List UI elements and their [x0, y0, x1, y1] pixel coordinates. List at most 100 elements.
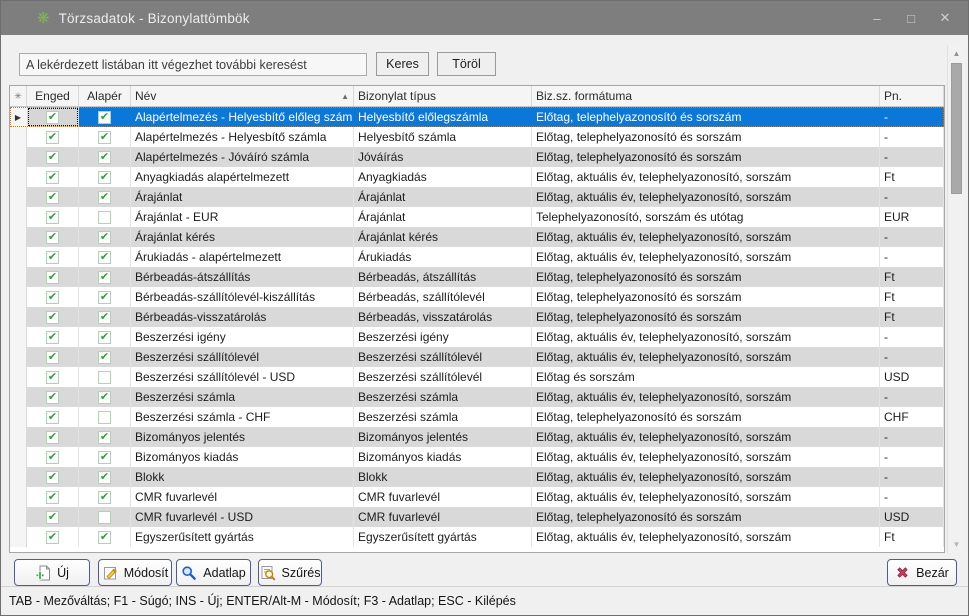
enged-checkbox[interactable]: ✔ [46, 351, 59, 364]
alaper-checkbox[interactable]: ✔ [98, 351, 111, 364]
scroll-up-icon[interactable]: ▲ [948, 46, 965, 61]
alaper-checkbox[interactable]: ✔ [98, 311, 111, 324]
table-row[interactable]: ✔✔Bérbeadás-visszatárolásBérbeadás, viss… [10, 307, 944, 327]
enged-checkbox[interactable]: ✔ [46, 231, 59, 244]
table-row[interactable]: ✔✔ÁrajánlatÁrajánlatElőtag, aktuális év,… [10, 187, 944, 207]
alaper-cell: ✔ [79, 287, 131, 307]
table-row[interactable]: ✔Beszerzési szállítólevél - USDBeszerzés… [10, 367, 944, 387]
enged-checkbox[interactable]: ✔ [46, 271, 59, 284]
close-window-button[interactable]: Bezár [887, 559, 957, 586]
search-input[interactable] [19, 53, 367, 76]
table-row[interactable]: ✔✔Beszerzési számlaBeszerzési számlaElőt… [10, 387, 944, 407]
alaper-checkbox[interactable]: ✔ [98, 171, 111, 184]
cell-bizsz-formatuma: Előtag, telephelyazonosító és sorszám [532, 267, 880, 287]
table-row[interactable]: ✔✔Beszerzési igényBeszerzési igényElőtag… [10, 327, 944, 347]
enged-checkbox[interactable]: ✔ [46, 191, 59, 204]
table-row[interactable]: ✔Árajánlat - EURÁrajánlatTelephelyazonos… [10, 207, 944, 227]
maximize-icon[interactable]: □ [894, 1, 928, 35]
clear-button[interactable]: Töröl [437, 52, 496, 76]
new-button[interactable]: Új [14, 559, 90, 586]
close-icon[interactable]: ✕ [928, 1, 962, 35]
enged-checkbox[interactable]: ✔ [46, 531, 59, 544]
datasheet-button[interactable]: Adatlap [176, 559, 251, 586]
enged-checkbox[interactable]: ✔ [46, 511, 59, 524]
enged-checkbox[interactable]: ✔ [46, 291, 59, 304]
row-indicator-cell [10, 187, 27, 207]
alaper-checkbox[interactable]: ✔ [98, 531, 111, 544]
alaper-cell [79, 507, 131, 527]
table-row[interactable]: ✔✔Egyszerűsített gyártásEgyszerűsített g… [10, 527, 944, 547]
enged-checkbox[interactable]: ✔ [46, 431, 59, 444]
alaper-checkbox[interactable]: ✔ [98, 151, 111, 164]
cell-bizonylat-tipus: Beszerzési számla [354, 407, 532, 427]
alaper-checkbox[interactable]: ✔ [98, 291, 111, 304]
alaper-checkbox[interactable] [98, 371, 111, 384]
minimize-icon[interactable]: – [860, 1, 894, 35]
alaper-checkbox[interactable]: ✔ [98, 471, 111, 484]
table-row[interactable]: ▶✔✔Alapértelmezés - Helyesbítő előleg sz… [10, 107, 944, 127]
cell-nev: Blokk [131, 467, 354, 487]
scroll-down-icon[interactable]: ▼ [948, 537, 965, 552]
enged-checkbox[interactable]: ✔ [46, 451, 59, 464]
enged-checkbox[interactable]: ✔ [46, 311, 59, 324]
column-header-tipus[interactable]: Bizonylat típus [354, 86, 532, 106]
alaper-checkbox[interactable] [98, 411, 111, 424]
enged-checkbox[interactable]: ✔ [46, 251, 59, 264]
table-row[interactable]: ✔✔Alapértelmezés - Helyesbítő számlaHely… [10, 127, 944, 147]
table-row[interactable]: ✔✔Anyagkiadás alapértelmezettAnyagkiadás… [10, 167, 944, 187]
sort-ascending-icon: ▲ [341, 92, 349, 101]
alaper-checkbox[interactable]: ✔ [98, 451, 111, 464]
modify-button[interactable]: Módosít [98, 559, 172, 586]
alaper-checkbox[interactable]: ✔ [98, 231, 111, 244]
alaper-checkbox[interactable]: ✔ [98, 191, 111, 204]
alaper-cell: ✔ [79, 267, 131, 287]
column-header-nev[interactable]: Név ▲ [131, 86, 354, 106]
column-header-enged[interactable]: Enged [27, 86, 79, 106]
table-row[interactable]: ✔✔Bizományos kiadásBizományos kiadásElőt… [10, 447, 944, 467]
alaper-checkbox[interactable]: ✔ [98, 131, 111, 144]
column-header-alaper[interactable]: Alapér [79, 86, 131, 106]
column-header-pn[interactable]: Pn. [880, 86, 944, 106]
table-row[interactable]: ✔CMR fuvarlevél - USDCMR fuvarlevélElőta… [10, 507, 944, 527]
alaper-checkbox[interactable]: ✔ [98, 251, 111, 264]
table-row[interactable]: ✔✔Bérbeadás-szállítólevél-kiszállításBér… [10, 287, 944, 307]
table-row[interactable]: ✔✔BlokkBlokkElőtag, aktuális év, telephe… [10, 467, 944, 487]
enged-checkbox[interactable]: ✔ [46, 111, 59, 124]
enged-checkbox[interactable]: ✔ [46, 151, 59, 164]
enged-cell: ✔ [27, 107, 79, 127]
alaper-checkbox[interactable]: ✔ [98, 391, 111, 404]
enged-checkbox[interactable]: ✔ [46, 411, 59, 424]
enged-checkbox[interactable]: ✔ [46, 331, 59, 344]
vertical-scrollbar[interactable]: ▲ ▼ [947, 45, 965, 553]
alaper-checkbox[interactable]: ✔ [98, 431, 111, 444]
alaper-checkbox[interactable]: ✔ [98, 331, 111, 344]
alaper-checkbox[interactable]: ✔ [98, 111, 111, 124]
cell-nev: Beszerzési igény [131, 327, 354, 347]
enged-checkbox[interactable]: ✔ [46, 491, 59, 504]
table-row[interactable]: ✔Beszerzési számla - CHFBeszerzési száml… [10, 407, 944, 427]
header-indicator-cell: ✳ [10, 86, 27, 106]
table-row[interactable]: ✔✔Alapértelmezés - Jóváíró számlaJóváírá… [10, 147, 944, 167]
enged-checkbox[interactable]: ✔ [46, 371, 59, 384]
enged-checkbox[interactable]: ✔ [46, 171, 59, 184]
enged-checkbox[interactable]: ✔ [46, 391, 59, 404]
alaper-checkbox[interactable] [98, 511, 111, 524]
search-button[interactable]: Keres [376, 52, 429, 76]
table-row[interactable]: ✔✔Beszerzési szállítólevélBeszerzési szá… [10, 347, 944, 367]
cell-pn: Ft [880, 167, 944, 187]
table-row[interactable]: ✔✔Bizományos jelentésBizományos jelentés… [10, 427, 944, 447]
enged-checkbox[interactable]: ✔ [46, 131, 59, 144]
enged-checkbox[interactable]: ✔ [46, 211, 59, 224]
alaper-checkbox[interactable]: ✔ [98, 491, 111, 504]
table-row[interactable]: ✔✔Bérbeadás-átszállításBérbeadás, átszál… [10, 267, 944, 287]
table-row[interactable]: ✔✔Árajánlat kérésÁrajánlat kérésElőtag, … [10, 227, 944, 247]
alaper-checkbox[interactable]: ✔ [98, 271, 111, 284]
enged-checkbox[interactable]: ✔ [46, 471, 59, 484]
filter-button[interactable]: Szűrés [258, 559, 322, 586]
table-row[interactable]: ✔✔CMR fuvarlevélCMR fuvarlevélElőtag, ak… [10, 487, 944, 507]
scrollbar-thumb[interactable] [951, 63, 962, 194]
column-header-formatum[interactable]: Biz.sz. formátuma [532, 86, 880, 106]
table-row[interactable]: ✔✔Árukiadás - alapértelmezettÁrukiadásEl… [10, 247, 944, 267]
new-document-icon [35, 565, 51, 581]
alaper-checkbox[interactable] [98, 211, 111, 224]
